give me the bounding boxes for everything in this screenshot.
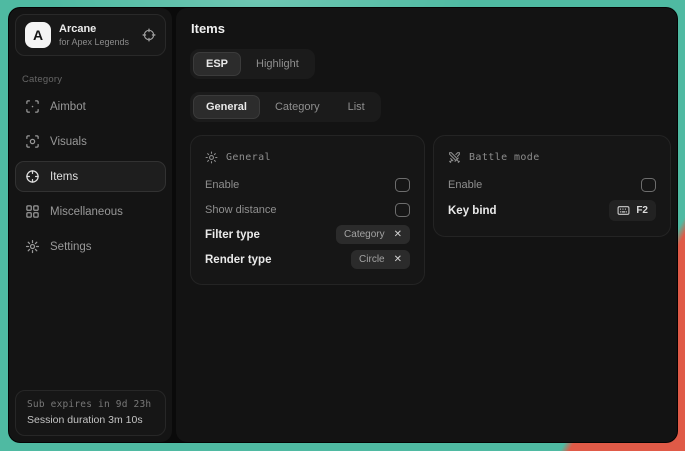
app-header-card: A Arcane for Apex Legends [15,14,166,56]
session-duration-text: Session duration 3m 10s [27,414,154,426]
subscription-card: Sub expires in 9d 23h Session duration 3… [15,390,166,436]
tab-highlight[interactable]: Highlight [243,52,312,76]
clear-icon[interactable]: ✕ [394,255,402,265]
filter-type-value: Category [344,229,385,240]
sidebar-nav: Aimbot Visuals Items Miscellaneous [9,89,172,264]
target-icon[interactable] [142,28,156,42]
tab-general[interactable]: General [193,95,260,119]
show-distance-checkbox[interactable] [395,203,410,217]
setting-row-enable: Enable [204,172,411,197]
app-name: Arcane [59,23,129,36]
setting-row-render-type: Render type Circle ✕ [204,247,411,272]
sun-icon [205,151,218,164]
main-content: Items ESP Highlight General Category Lis… [176,8,678,442]
view-tab-group: General Category List [190,92,381,122]
sidebar-item-label: Aimbot [50,101,86,113]
general-panel-title: General [226,152,271,163]
app-title-block: Arcane for Apex Legends [59,23,129,48]
setting-label: Render type [205,254,271,266]
sidebar-item-items[interactable]: Items [15,161,166,192]
setting-row-key-bind: Key bind F2 [447,197,657,224]
mode-tab-group: ESP Highlight [190,49,315,79]
sidebar-item-label: Visuals [50,136,87,148]
category-label: Category [22,74,159,85]
sidebar-item-settings[interactable]: Settings [15,231,166,262]
grid-icon [25,204,40,219]
crosshair-circle-icon [25,169,40,184]
battle-mode-panel-title: Battle mode [469,152,540,163]
battle-enable-checkbox[interactable] [641,178,656,192]
battle-mode-panel: Battle mode Enable Key bind F2 [433,135,671,237]
battle-mode-panel-header: Battle mode [447,144,657,172]
tab-list[interactable]: List [335,95,378,119]
gear-icon [25,239,40,254]
setting-row-enable-battle: Enable [447,172,657,197]
crosshair-scan-icon [25,99,40,114]
setting-label: Key bind [448,205,497,217]
filter-type-select[interactable]: Category ✕ [336,225,410,244]
general-panel: General Enable Show distance Filter type… [190,135,425,285]
sidebar-item-visuals[interactable]: Visuals [15,126,166,157]
eye-scan-icon [25,134,40,149]
keybind-button[interactable]: F2 [609,200,656,221]
render-type-select[interactable]: Circle ✕ [351,250,410,269]
swords-icon [448,151,461,164]
setting-row-filter-type: Filter type Category ✕ [204,222,411,247]
clear-icon[interactable]: ✕ [394,230,402,240]
sidebar: A Arcane for Apex Legends Category Aimbo… [9,8,172,442]
tab-esp[interactable]: ESP [193,52,241,76]
setting-row-show-distance: Show distance [204,197,411,222]
keybind-value: F2 [636,205,648,216]
setting-label: Show distance [205,204,277,216]
general-panel-header: General [204,144,411,172]
page-title: Items [191,21,671,36]
app-window: A Arcane for Apex Legends Category Aimbo… [8,7,678,443]
keyboard-icon [617,204,630,217]
sidebar-item-label: Miscellaneous [50,206,123,218]
sub-expires-text: Sub expires in 9d 23h [27,399,154,410]
sidebar-item-label: Settings [50,241,92,253]
setting-label: Filter type [205,229,260,241]
app-logo: A [25,22,51,48]
tab-category[interactable]: Category [262,95,333,119]
setting-label: Enable [205,179,239,191]
sidebar-item-label: Items [50,171,78,183]
setting-label: Enable [448,179,482,191]
render-type-value: Circle [359,254,385,265]
enable-checkbox[interactable] [395,178,410,192]
sidebar-item-aimbot[interactable]: Aimbot [15,91,166,122]
sidebar-item-miscellaneous[interactable]: Miscellaneous [15,196,166,227]
app-subtitle: for Apex Legends [59,36,129,48]
